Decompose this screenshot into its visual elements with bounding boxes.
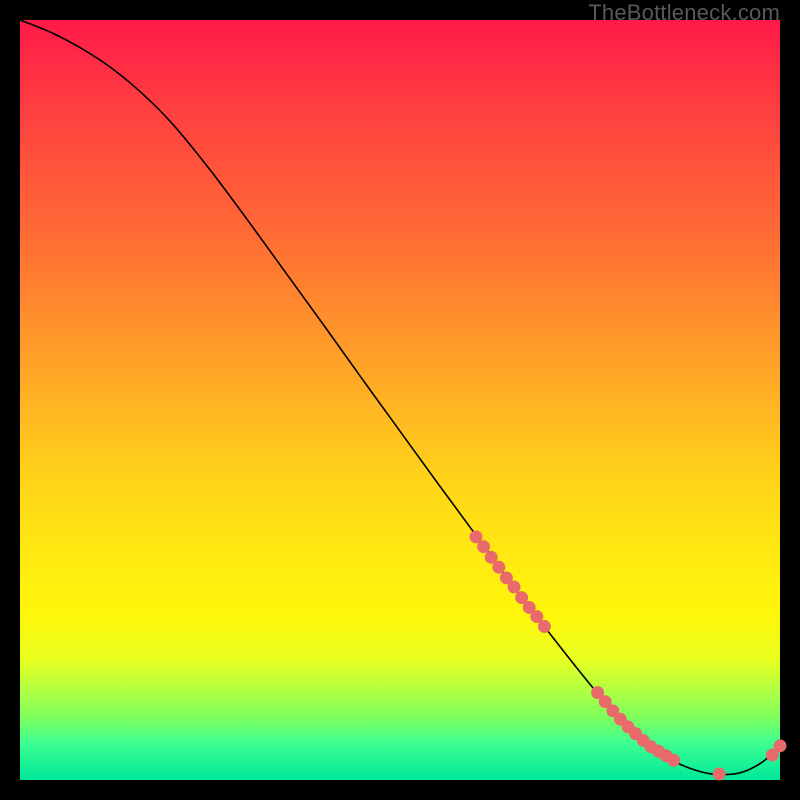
marker-layer — [470, 530, 787, 780]
data-point — [492, 561, 505, 574]
data-point — [508, 581, 521, 594]
bottleneck-curve — [20, 20, 780, 775]
chart-svg — [20, 20, 780, 780]
data-point — [713, 767, 726, 780]
data-point — [667, 754, 680, 767]
watermark-text: TheBottleneck.com — [588, 0, 780, 26]
data-point — [774, 739, 787, 752]
chart-stage: TheBottleneck.com — [0, 0, 800, 800]
data-point — [538, 620, 551, 633]
data-point — [477, 540, 490, 553]
plot-area — [20, 20, 780, 780]
curve-layer — [20, 20, 780, 775]
